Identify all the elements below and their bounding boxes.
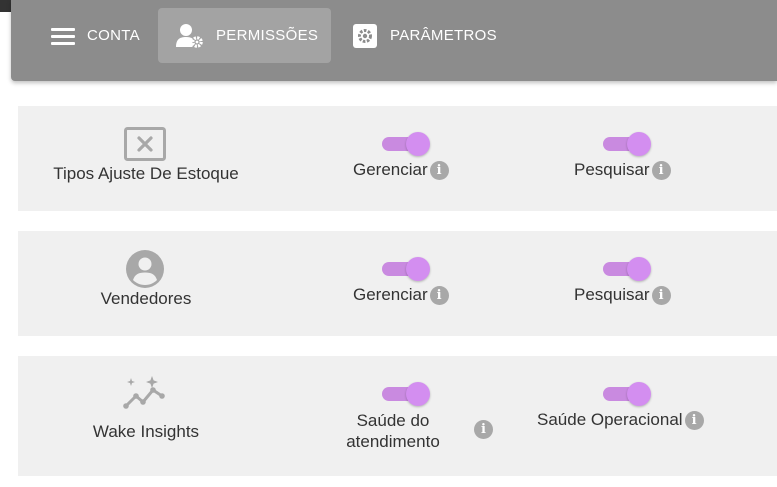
info-icon[interactable]: i — [684, 410, 704, 430]
toggle-thumb — [627, 132, 651, 156]
info-icon[interactable]: i — [429, 285, 449, 305]
permission-row-wake-insights: Wake Insights Saúde do atendimento i Saú… — [18, 356, 777, 476]
permission-label: Pesquisar — [574, 285, 650, 304]
pesquisar-permission: Pesquisar i — [574, 285, 671, 305]
tab-parametros-label: PARÂMETROS — [390, 27, 497, 44]
info-icon[interactable]: i — [651, 285, 671, 305]
sparkle-chart-icon — [123, 374, 167, 414]
user-gear-icon — [176, 23, 204, 49]
permission-row-vendedores: Vendedores Gerenciar i Pesquisar i — [18, 231, 777, 336]
pesquisar-toggle[interactable] — [603, 131, 653, 157]
toggle-thumb — [627, 257, 651, 281]
gerenciar-permission: Gerenciar i — [353, 285, 449, 305]
toggle-thumb — [627, 382, 651, 406]
pesquisar-toggle[interactable] — [603, 256, 653, 282]
tab-conta-label: CONTA — [87, 27, 140, 44]
toggle-thumb — [406, 257, 430, 281]
resource-label: Vendedores — [100, 289, 192, 308]
permission-label: Gerenciar — [353, 160, 428, 179]
permission-label: Saúde do atendimento — [346, 411, 440, 451]
top-nav-bar: CONTA PERMISSÕES PARÂMETROS — [11, 0, 777, 81]
gear-icon — [353, 23, 377, 48]
gerenciar-permission: Gerenciar i — [353, 160, 449, 180]
saude-atendimento-toggle[interactable] — [382, 381, 432, 407]
permission-label: Pesquisar — [574, 160, 650, 179]
disabled-box-icon — [123, 124, 167, 164]
permission-label: Saúde Operacional — [537, 410, 683, 429]
resource-label: Tipos Ajuste De Estoque — [53, 164, 239, 183]
permission-label: Gerenciar — [353, 285, 428, 304]
saude-operacional-toggle[interactable] — [603, 381, 653, 407]
menu-icon — [51, 26, 75, 46]
gerenciar-toggle[interactable] — [382, 256, 432, 282]
info-icon[interactable]: i — [429, 160, 449, 180]
tab-parametros[interactable]: PARÂMETROS — [343, 8, 513, 63]
info-icon[interactable]: i — [474, 420, 493, 439]
gerenciar-toggle[interactable] — [382, 131, 432, 157]
resource-label: Wake Insights — [92, 422, 200, 441]
permission-row-tipos-ajuste: Tipos Ajuste De Estoque Gerenciar i Pesq… — [18, 106, 777, 211]
toggle-thumb — [406, 382, 430, 406]
tab-permissoes[interactable]: PERMISSÕES — [158, 8, 331, 63]
info-icon[interactable]: i — [651, 160, 671, 180]
saude-operacional-permission: Saúde Operacional i — [537, 410, 704, 430]
window-corner — [0, 0, 11, 12]
tab-conta[interactable]: CONTA — [41, 8, 161, 63]
pesquisar-permission: Pesquisar i — [574, 160, 671, 180]
tab-permissoes-label: PERMISSÕES — [216, 27, 319, 44]
toggle-thumb — [406, 132, 430, 156]
person-circle-icon — [123, 249, 167, 289]
